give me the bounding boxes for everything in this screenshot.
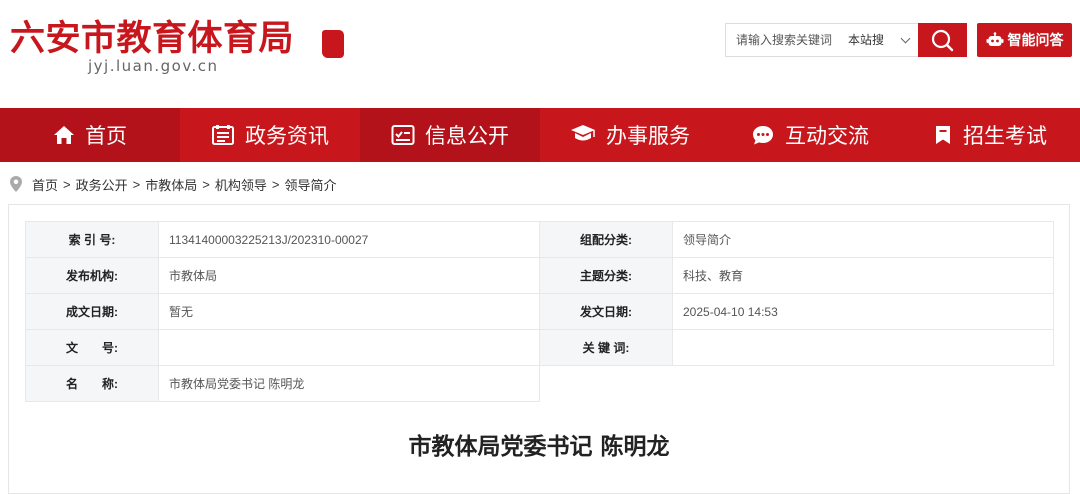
nav-item-home[interactable]: 首页 xyxy=(0,108,180,162)
publisher-value: 市教体局 xyxy=(158,257,540,294)
content-panel: 索 引 号: 11341400003225213J/202310-00027 组… xyxy=(8,204,1070,494)
table-row: 发布机构: 市教体局 主题分类: 科技、教育 xyxy=(25,257,1054,294)
service-icon xyxy=(571,125,595,141)
created-date-value: 暂无 xyxy=(158,293,540,330)
table-row: 成文日期: 暂无 发文日期: 2025-04-10 14:53 xyxy=(25,293,1054,330)
table-row: 文 号: 关 键 词: xyxy=(25,329,1054,366)
nav-item-label: 招生考试 xyxy=(963,125,1047,148)
search-input[interactable] xyxy=(726,24,846,56)
info-icon xyxy=(391,125,415,145)
empty-cell xyxy=(673,366,1054,402)
breadcrumb-home[interactable]: 首页 xyxy=(32,175,58,194)
breadcrumb-gov-public[interactable]: 政务公开 xyxy=(76,175,128,194)
doc-name-value: 市教体局党委书记 陈明龙 xyxy=(158,365,540,402)
breadcrumb: 首页 > 政务公开 > 市教体局 > 机构领导 > 领导简介 xyxy=(8,172,336,196)
nav-item-label: 互动交流 xyxy=(785,125,869,148)
search-scope-select[interactable]: 本站搜 xyxy=(848,24,884,56)
main-nav: 首页 政务资讯 信息公开 办事服务 互动交流 招生考试 xyxy=(0,108,1080,162)
chat-icon xyxy=(753,126,773,145)
seal-logo-icon xyxy=(322,30,344,58)
ai-qa-label: 智能问答 xyxy=(1007,32,1064,48)
breadcrumb-separator: > xyxy=(63,176,71,192)
article-title: 市教体局党委书记 陈明龙 xyxy=(408,433,670,460)
doc-name-label: 名 称: xyxy=(25,365,159,402)
site-title[interactable]: 六安市教育体育局 xyxy=(10,10,294,61)
doc-no-label: 文 号: xyxy=(25,329,159,366)
category-value: 领导简介 xyxy=(672,221,1054,258)
nav-item-enrollment[interactable]: 招生考试 xyxy=(900,108,1080,162)
bookmark-icon xyxy=(936,126,950,144)
document-meta-table: 索 引 号: 11341400003225213J/202310-00027 组… xyxy=(25,221,1054,402)
site-domain: jyj.luan.gov.cn xyxy=(88,57,219,75)
breadcrumb-separator: > xyxy=(202,176,210,192)
topic-value: 科技、教育 xyxy=(672,257,1054,294)
search-icon xyxy=(931,29,954,52)
breadcrumb-separator: > xyxy=(132,176,141,192)
ai-qa-button[interactable]: 智能问答 xyxy=(977,23,1072,57)
search-button[interactable] xyxy=(918,23,967,57)
breadcrumb-leadership[interactable]: 机构领导 xyxy=(215,175,267,194)
empty-cell xyxy=(540,366,673,402)
nav-item-label: 政务资讯 xyxy=(245,125,329,148)
published-date-label: 发文日期: xyxy=(539,293,673,330)
created-date-label: 成文日期: xyxy=(25,293,159,330)
published-date-value: 2025-04-10 14:53 xyxy=(672,293,1054,330)
site-header: 六安市教育体育局 jyj.luan.gov.cn 本站搜 智能问答 xyxy=(0,0,1080,108)
keywords-value xyxy=(672,329,1054,366)
nav-item-label: 首页 xyxy=(85,125,127,148)
robot-icon xyxy=(986,32,1003,46)
category-label: 组配分类: xyxy=(539,221,673,258)
nav-item-services[interactable]: 办事服务 xyxy=(540,108,720,162)
nav-item-interaction[interactable]: 互动交流 xyxy=(720,108,900,162)
home-icon xyxy=(54,126,74,144)
nav-item-label: 办事服务 xyxy=(606,125,690,148)
index-no-value: 11341400003225213J/202310-00027 xyxy=(158,221,540,258)
nav-item-news[interactable]: 政务资讯 xyxy=(180,108,360,162)
breadcrumb-bureau[interactable]: 市教体局 xyxy=(145,175,197,194)
publisher-label: 发布机构: xyxy=(25,257,159,294)
keywords-label: 关 键 词: xyxy=(539,329,673,366)
location-pin-icon xyxy=(10,176,22,192)
news-icon xyxy=(212,125,234,145)
topic-label: 主题分类: xyxy=(539,257,673,294)
search-box: 本站搜 xyxy=(725,23,918,57)
table-row: 索 引 号: 11341400003225213J/202310-00027 组… xyxy=(25,221,1054,258)
doc-no-value xyxy=(158,329,540,366)
nav-item-label: 信息公开 xyxy=(425,125,509,148)
chevron-down-icon[interactable] xyxy=(900,33,911,44)
nav-item-info-public[interactable]: 信息公开 xyxy=(360,108,540,162)
index-no-label: 索 引 号: xyxy=(25,221,159,258)
breadcrumb-separator: > xyxy=(271,176,280,192)
table-row: 名 称: 市教体局党委书记 陈明龙 xyxy=(25,365,1054,402)
breadcrumb-leader-profile[interactable]: 领导简介 xyxy=(284,175,336,194)
